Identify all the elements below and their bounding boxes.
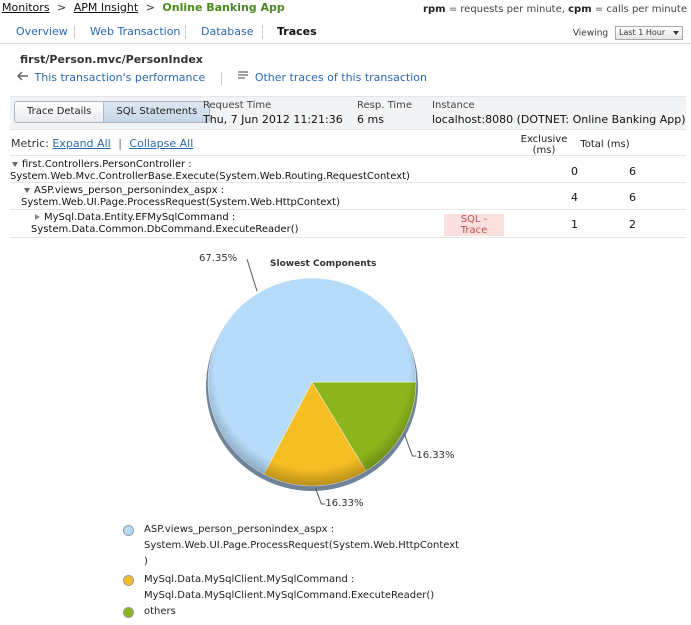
pie-slice-label: 16.33%: [416, 450, 455, 462]
link-divider: [220, 71, 222, 85]
pie-slice-label: 16.33%: [325, 497, 364, 509]
legend-item: MySql.Data.MySqlClient.MySqlCommand : My…: [120, 572, 520, 604]
breadcrumb-monitors[interactable]: Monitors: [2, 1, 50, 14]
sql-trace-line1: SQL -: [460, 214, 488, 225]
response-time: Resp. Time 6 ms: [357, 100, 412, 126]
tab-bar: Overview Web Transaction Database Traces…: [0, 22, 691, 44]
legend-swatch: [123, 575, 134, 586]
pie-leader-line: [246, 259, 258, 292]
breadcrumb-separator: >: [57, 1, 67, 14]
trace-row: MySql.Data.Entity.EFMySqlCommand : Syste…: [10, 210, 686, 238]
transaction-performance-link[interactable]: This transaction's performance: [35, 71, 206, 84]
pie-slice-label: 67.35%: [199, 253, 238, 265]
tab-overview[interactable]: Overview: [16, 25, 68, 38]
other-traces-link[interactable]: Other traces of this transaction: [255, 71, 427, 84]
response-time-value: 6 ms: [357, 113, 384, 126]
legend-label-line2: System.Web.UI.Page.ProcessRequest(System…: [144, 540, 460, 551]
cpm-text: = calls per minute: [594, 4, 687, 15]
request-time-value: Thu, 7 Jun 2012 11:21:36: [203, 113, 343, 126]
trace-row-class: MySql.Data.Entity.EFMySqlCommand :: [44, 212, 236, 223]
viewing-label: Viewing: [572, 28, 609, 39]
collapse-all-link[interactable]: Collapse All: [129, 137, 193, 150]
rate-legend: rpm = requests per minute, cpm = calls p…: [423, 4, 687, 15]
trace-row-exclusive: 4: [571, 191, 578, 204]
triangle-right-icon[interactable]: [35, 214, 40, 220]
legend-label-line1: ASP.views_person_personindex_aspx :: [144, 524, 335, 535]
pie-leader-line: [403, 433, 417, 457]
trace-row-exclusive: 1: [571, 218, 578, 231]
legend-label-line1: others: [144, 606, 176, 617]
sql-statements-button[interactable]: SQL Statements: [103, 102, 210, 122]
time-range-select[interactable]: Last 1 Hour: [615, 26, 683, 40]
sql-trace-button[interactable]: SQL - Trace: [444, 214, 504, 236]
breadcrumb-current: Online Banking App: [162, 1, 285, 14]
trace-row-signature: System.Data.Common.DbCommand.ExecuteRead…: [31, 224, 299, 235]
instance-value: localhost:8080 (DOTNET: Online Banking A…: [432, 113, 686, 126]
exclusive-header-line1: Exclusive: [520, 134, 568, 145]
trace-row: first.Controllers.PersonController : Sys…: [10, 155, 686, 183]
cpm-key: cpm: [568, 4, 592, 15]
exclusive-column-header: Exclusive (ms): [515, 134, 573, 156]
list-icon: [237, 71, 251, 84]
triangle-down-icon[interactable]: [12, 161, 18, 167]
viewing-control: Viewing Last 1 Hour: [573, 26, 683, 40]
legend-label-line2: MySql.Data.MySqlClient.MySqlCommand.Exec…: [144, 590, 435, 601]
total-column-header: Total (ms): [580, 139, 630, 150]
trace-row-class: ASP.views_person_personindex_aspx :: [34, 185, 225, 196]
instance-label: Instance: [432, 100, 475, 111]
legend-label-line1: MySql.Data.MySqlClient.MySqlCommand :: [144, 574, 355, 585]
trace-row-total: 2: [629, 218, 636, 231]
transaction-path: first/Person.mvc/PersonIndex: [20, 53, 203, 66]
transaction-links: This transaction's performance Other tra…: [17, 71, 427, 85]
trace-details-button[interactable]: Trace Details: [15, 102, 104, 122]
trace-row-class: first.Controllers.PersonController :: [22, 159, 192, 170]
sql-trace-line2: Trace: [460, 225, 488, 236]
breadcrumb-apm-insight[interactable]: APM Insight: [74, 1, 138, 14]
time-range-value: Last 1 Hour: [619, 28, 666, 37]
legend-swatch: [123, 525, 134, 536]
pie-chart: [206, 259, 418, 505]
legend-item: ASP.views_person_personindex_aspx : Syst…: [120, 522, 520, 570]
chevron-down-icon: [673, 31, 679, 35]
tab-divider: [262, 25, 263, 39]
trace-row-total: 6: [629, 165, 636, 178]
legend-label-line3: ): [144, 556, 148, 567]
rpm-key: rpm: [423, 4, 446, 15]
request-time: Request Time Thu, 7 Jun 2012 11:21:36: [203, 100, 343, 126]
view-toggle: Trace Details SQL Statements: [14, 101, 211, 123]
instance: Instance localhost:8080 (DOTNET: Online …: [432, 100, 686, 126]
trace-row-signature: System.Web.UI.Page.ProcessRequest(System…: [21, 197, 340, 208]
tab-divider: [185, 25, 186, 39]
trace-row-exclusive: 0: [571, 165, 578, 178]
trace-row-method: MySql.Data.Entity.EFMySqlCommand :: [35, 212, 235, 224]
top-bar: Monitors > APM Insight > Online Banking …: [0, 0, 691, 18]
triangle-down-icon[interactable]: [24, 187, 30, 193]
back-arrow-icon: [17, 71, 31, 84]
trace-row: ASP.views_person_personindex_aspx : Syst…: [10, 183, 686, 210]
request-time-label: Request Time: [203, 100, 272, 111]
legend-item: others: [120, 604, 520, 620]
trace-info-bar: Trace Details SQL Statements Request Tim…: [10, 96, 686, 130]
tab-divider: [74, 25, 75, 39]
metric-controls: Metric: Expand All | Collapse All: [11, 137, 193, 150]
breadcrumb: Monitors > APM Insight > Online Banking …: [2, 1, 285, 14]
rpm-text: = requests per minute,: [448, 4, 565, 15]
metric-separator: |: [118, 137, 122, 150]
tab-web-transaction[interactable]: Web Transaction: [90, 25, 180, 38]
response-time-label: Resp. Time: [357, 100, 413, 111]
legend-swatch: [123, 607, 134, 618]
breadcrumb-separator: >: [145, 1, 155, 14]
trace-row-method: first.Controllers.PersonController :: [12, 159, 192, 171]
tab-database[interactable]: Database: [201, 25, 254, 38]
trace-row-total: 6: [629, 191, 636, 204]
pie-shading: [208, 278, 416, 486]
tab-traces[interactable]: Traces: [277, 25, 317, 38]
trace-row-signature: System.Web.Mvc.ControllerBase.Execute(Sy…: [10, 171, 410, 182]
expand-all-link[interactable]: Expand All: [52, 137, 110, 150]
trace-row-method: ASP.views_person_personindex_aspx :: [24, 185, 224, 197]
metric-label: Metric:: [11, 137, 49, 150]
chart-legend: ASP.views_person_personindex_aspx : Syst…: [120, 522, 520, 620]
